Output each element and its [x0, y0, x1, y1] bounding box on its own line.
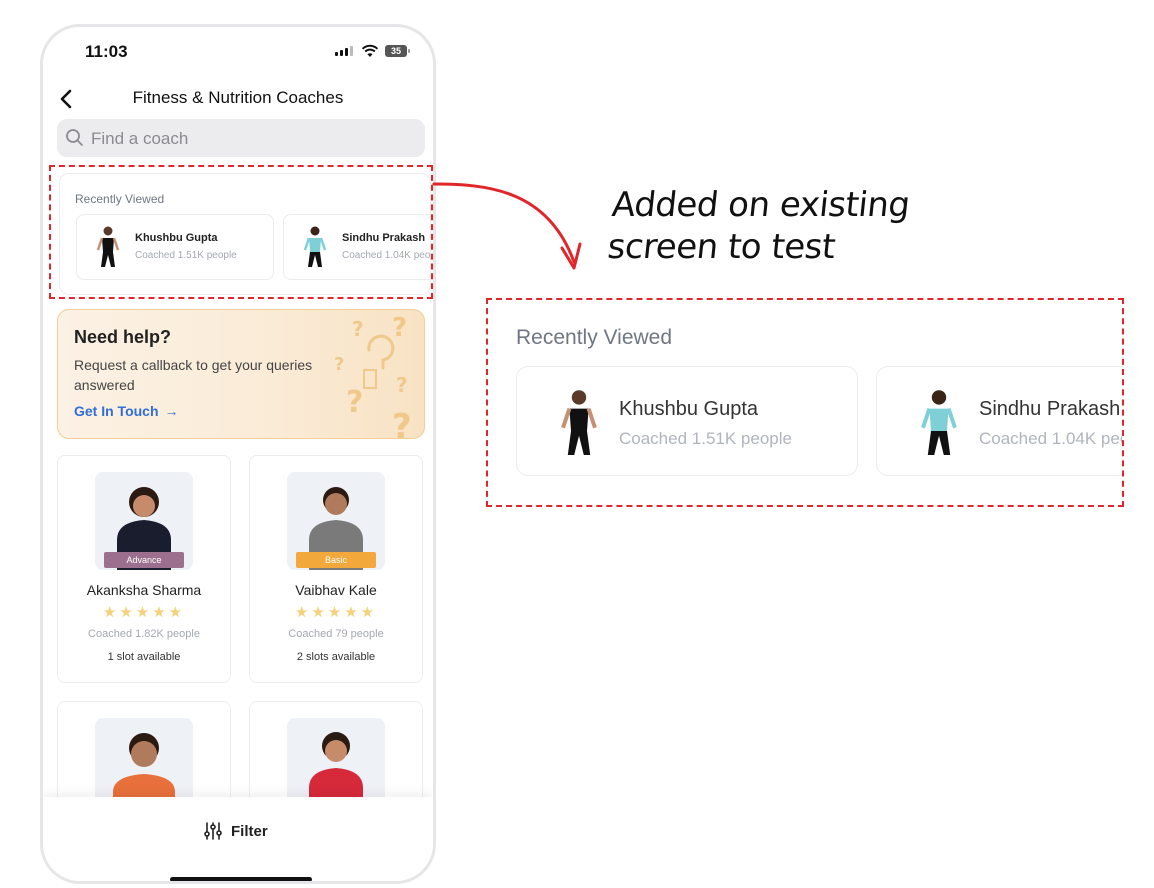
- annotation-note: Added on existing screen to test: [606, 184, 912, 268]
- get-in-touch-link[interactable]: Get In Touch →: [74, 403, 179, 419]
- battery-icon: 35: [385, 45, 410, 57]
- recent-coach-count: Coached 1.04K people: [342, 250, 431, 261]
- coach-photo: [921, 390, 957, 455]
- filter-label: Filter: [231, 822, 268, 840]
- svg-text:?: ?: [352, 317, 364, 341]
- rating-stars: ★★★★★: [294, 604, 378, 621]
- recent-coach-name: Khushbu Gupta: [619, 398, 758, 420]
- get-in-touch-label: Get In Touch: [74, 403, 159, 419]
- question-marks-illustration: ? ? ? ? ? ?: [334, 313, 412, 439]
- recent-coach-name: Sindhu Prakash: [979, 398, 1121, 420]
- annotation-line-1: Added on existing: [610, 185, 912, 225]
- signal-icon: [335, 46, 353, 56]
- svg-text:?: ?: [346, 385, 363, 420]
- recent-coach-count: Coached 1.04K people: [979, 429, 1122, 448]
- recent-coach-card[interactable]: Khushbu Gupta Coached 1.51K people: [516, 366, 858, 476]
- filter-bar: Filter: [43, 797, 433, 881]
- slot-availability: 1 slot available: [107, 651, 181, 663]
- coach-count: Coached 79 people: [288, 628, 384, 640]
- page-title: Fitness & Nutrition Coaches: [132, 88, 344, 107]
- coach-photo: [561, 390, 597, 455]
- svg-text:?: ?: [396, 373, 408, 397]
- svg-text:?: ?: [392, 313, 407, 343]
- recent-coach-card[interactable]: Sindhu Prakash Coached 1.04K people: [876, 366, 1122, 476]
- help-title: Need help?: [74, 327, 172, 347]
- filter-sliders-icon: [204, 822, 222, 840]
- status-time: 11:03: [85, 42, 128, 61]
- coach-photo: [303, 226, 327, 267]
- slot-availability: 2 slots available: [296, 651, 376, 663]
- coach-card[interactable]: Advance Akanksha Sharma ★★★★★ Coached 1.…: [57, 455, 231, 683]
- annotation-line-2: screen to test: [605, 227, 837, 267]
- search-icon: [66, 129, 83, 146]
- phone-screen: 11:03 35 Fitness & Nutrition Coaches Rec…: [40, 24, 436, 884]
- recent-coach-name: Khushbu Gupta: [135, 232, 218, 244]
- recent-coach-name: Sindhu Prakash: [342, 232, 426, 244]
- nav-bar: Fitness & Nutrition Coaches: [43, 79, 433, 119]
- annotation-arrow-icon: [432, 182, 582, 270]
- recent-coach-card[interactable]: Sindhu Prakash Coached 1.04K people: [283, 214, 431, 280]
- coach-count: Coached 1.82K people: [88, 628, 200, 640]
- recent-coach-card[interactable]: Khushbu Gupta Coached 1.51K people: [76, 214, 274, 280]
- coach-card[interactable]: Basic Vaibhav Kale ★★★★★ Coached 79 peop…: [249, 455, 423, 683]
- wifi-icon: [361, 44, 379, 57]
- filter-button[interactable]: Filter: [203, 821, 268, 841]
- recently-viewed-label: Recently Viewed: [516, 326, 673, 349]
- search-input[interactable]: [89, 119, 413, 159]
- coach-name: Vaibhav Kale: [295, 582, 377, 598]
- help-banner: ? ? ? ? ? ? Need help? Request a callbac…: [57, 309, 425, 439]
- level-badge: Advance: [104, 552, 184, 568]
- level-badge: Basic: [296, 552, 376, 568]
- recently-viewed-section: Recently Viewed Khushbu Gupta Coached 1.…: [59, 173, 431, 295]
- svg-text:?: ?: [392, 407, 412, 439]
- recent-coach-count: Coached 1.51K people: [619, 429, 792, 448]
- home-indicator: [170, 877, 312, 881]
- status-bar: 11:03 35: [43, 27, 433, 77]
- recently-viewed-zoomed: Recently Viewed Khushbu Gupta Coached 1.…: [496, 310, 1122, 495]
- rating-stars: ★★★★★: [102, 604, 186, 621]
- coach-photo: [96, 226, 120, 267]
- recent-coach-count: Coached 1.51K people: [135, 250, 237, 261]
- arrow-right-icon: →: [164, 403, 179, 419]
- coach-name: Akanksha Sharma: [86, 582, 202, 598]
- recently-viewed-label: Recently Viewed: [75, 192, 165, 206]
- search-bar[interactable]: [57, 119, 425, 159]
- help-description: Request a callback to get your queries a…: [74, 357, 313, 393]
